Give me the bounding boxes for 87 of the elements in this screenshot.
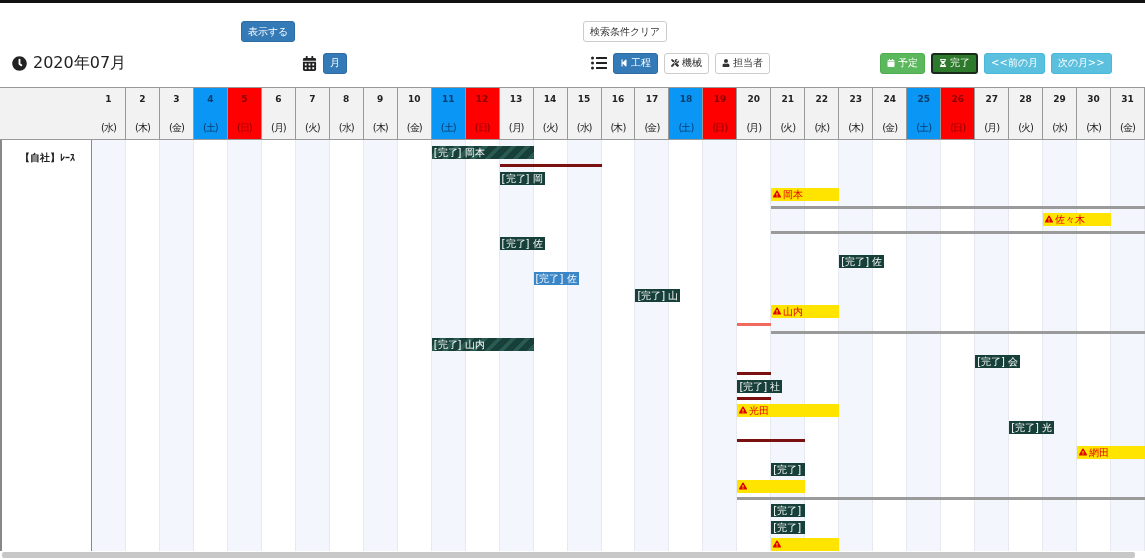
weekday-label: (金) [406, 121, 422, 135]
weekday-label: (水) [101, 121, 116, 135]
view-button[interactable]: 工程 [613, 52, 658, 74]
step-icon [620, 59, 628, 67]
calendar-icon [302, 55, 317, 71]
day-number: 16 [611, 94, 625, 104]
weekday-label: (土) [202, 121, 218, 135]
weekday-label: (木) [372, 121, 388, 135]
view-button[interactable]: 機械 [664, 52, 709, 74]
person-icon [722, 59, 730, 67]
weekday-label: (土) [916, 121, 932, 135]
day-number: 28 [1019, 94, 1032, 104]
warning-icon [739, 406, 748, 414]
warning-icon [773, 540, 782, 548]
day-number: 1 [105, 94, 112, 104]
day-number: 18 [679, 94, 693, 104]
day-number: 2 [139, 94, 146, 104]
weekday-label: (木) [1086, 121, 1101, 135]
day-number: 15 [577, 94, 591, 104]
day-number: 30 [1087, 94, 1100, 104]
day-number: 17 [645, 94, 659, 104]
weekday-label: (金) [882, 121, 898, 135]
weekday-label: (金) [644, 121, 660, 135]
weekday-label: (月) [508, 121, 524, 135]
period-button[interactable]: 月 [323, 52, 347, 74]
warning-icon [773, 307, 782, 315]
weekday-label: (月) [984, 121, 1000, 135]
show-button[interactable]: 表示する [241, 21, 295, 42]
hourglass-icon [939, 59, 947, 67]
weekday-label: (水) [814, 121, 830, 135]
list-icon [591, 55, 607, 71]
weekday-label: (水) [338, 121, 354, 135]
day-number: 3 [173, 94, 180, 104]
warning-icon [739, 482, 748, 490]
weekday-label: (水) [1052, 121, 1067, 135]
warning-icon [1079, 448, 1088, 456]
scrollbar[interactable] [2, 552, 1135, 558]
day-number: 13 [509, 94, 523, 104]
day-number: 8 [343, 94, 350, 104]
day-number: 25 [917, 94, 930, 104]
status-filter-button[interactable]: 完了 [931, 52, 978, 74]
day-number: 21 [781, 94, 795, 104]
weekday-label: (日) [474, 121, 490, 135]
row-label: 【自社】ﾚｰｽ [20, 152, 75, 163]
day-number: 23 [849, 94, 863, 104]
day-number: 29 [1053, 94, 1066, 104]
day-number: 12 [475, 94, 489, 104]
weekday-label: (木) [610, 121, 626, 135]
weekday-label: (金) [169, 121, 184, 135]
weekday-label: (月) [270, 121, 286, 135]
calendar-icon [887, 59, 895, 67]
weekday-label: (木) [848, 121, 864, 135]
day-number: 14 [543, 94, 557, 104]
day-number: 6 [275, 94, 282, 104]
weekday-label: (日) [950, 121, 966, 135]
warning-icon [773, 190, 782, 198]
view-button[interactable]: 担当者 [715, 52, 770, 74]
tools-icon [671, 59, 679, 67]
weekday-label: (日) [236, 121, 252, 135]
warning-icon [1045, 215, 1054, 223]
weekday-label: (木) [135, 121, 150, 135]
day-number: 27 [985, 94, 998, 104]
day-number: 26 [951, 94, 964, 104]
day-number: 24 [883, 94, 896, 104]
day-number: 19 [713, 94, 727, 104]
day-number: 9 [377, 94, 384, 104]
day-number: 31 [1121, 94, 1134, 104]
clear-button[interactable]: 検索条件クリア [583, 21, 667, 42]
day-number: 20 [747, 94, 761, 104]
weekday-label: (土) [440, 121, 456, 135]
weekday-label: (金) [1120, 121, 1135, 135]
day-number: 7 [309, 94, 316, 104]
day-number: 4 [207, 94, 214, 104]
day-number: 10 [407, 94, 421, 104]
clock-icon [12, 55, 27, 71]
weekday-label: (火) [1018, 121, 1033, 135]
day-number: 22 [815, 94, 829, 104]
weekday-label: (土) [678, 121, 694, 135]
weekday-label: (火) [304, 121, 320, 135]
weekday-label: (火) [780, 121, 796, 135]
weekday-label: (日) [712, 121, 728, 135]
day-number: 11 [441, 94, 455, 104]
month-title: 2020年07月 [33, 52, 127, 74]
weekday-label: (水) [576, 121, 592, 135]
weekday-label: (月) [746, 121, 762, 135]
day-number: 5 [241, 94, 248, 104]
weekday-label: (火) [542, 121, 558, 135]
